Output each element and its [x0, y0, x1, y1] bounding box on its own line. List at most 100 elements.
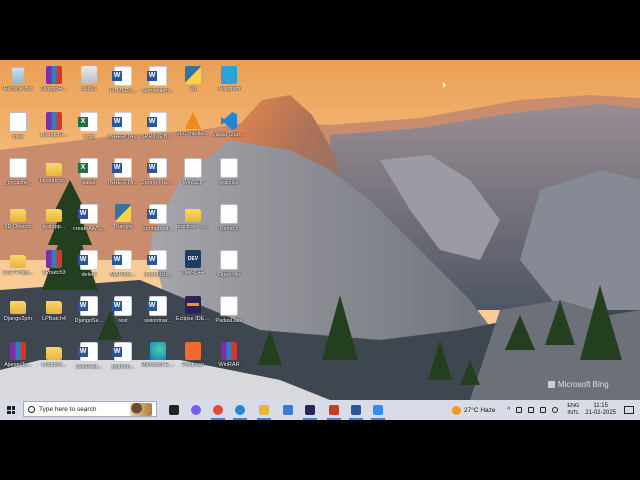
py-icon	[115, 204, 131, 222]
desktop-icon[interactable]: rest	[106, 293, 140, 339]
search-placeholder: Type here to search	[39, 405, 97, 413]
taskbar-store-button[interactable]	[278, 400, 298, 420]
taskbar-file-explorer-button[interactable]	[254, 400, 274, 420]
rar-icon	[46, 66, 62, 84]
desktop-icon[interactable]: swiontrav...	[141, 293, 175, 339]
chevron-up-icon[interactable]: ^	[507, 407, 510, 414]
volume-icon[interactable]	[552, 407, 559, 413]
desktop-icon[interactable]: Spring Framework	[141, 155, 175, 201]
desktop-icon[interactable]: Recycle Bin	[1, 63, 35, 109]
desktop-icon[interactable]: pythonl...	[106, 339, 140, 385]
edge-icon	[235, 405, 245, 415]
start-button[interactable]	[0, 400, 22, 420]
file-icon	[9, 112, 27, 132]
desktop-icon[interactable]: introducti...	[141, 247, 175, 293]
desktop-icon[interactable]: dairy1	[72, 63, 106, 109]
desktop-icon-label: Recycle Bin	[3, 86, 33, 92]
taskbar-zoom-button[interactable]	[368, 400, 388, 420]
weather-temp: 27°C	[464, 406, 479, 414]
desktop-icon[interactable]: 3D Objects	[1, 201, 35, 247]
desktop-icon[interactable]: INHERITA...	[106, 155, 140, 201]
py-icon	[185, 66, 201, 84]
desktop-icon[interactable]: idea	[1, 109, 35, 155]
search-icon	[28, 405, 35, 413]
desktop-icon-label: Demo.c	[219, 226, 239, 232]
taskbar-task-view-button[interactable]	[164, 400, 184, 420]
word-icon	[147, 250, 167, 270]
taskbar-powerpoint-button[interactable]	[324, 400, 344, 420]
clock-date: 21-02-2025	[585, 410, 616, 416]
keyboard-layout: INTL	[567, 410, 580, 416]
desktop-icon-label: WinRAR	[218, 362, 240, 368]
folder-icon	[46, 347, 62, 360]
desktop-icon[interactable]: Lecture pr...	[37, 155, 71, 201]
desktop-icon-label: Visual Studio Code	[212, 132, 246, 138]
desktop-icon[interactable]: PadasDate	[212, 293, 246, 339]
desktop-icon[interactable]: Postman	[176, 339, 210, 385]
desktop-icon-label: WinSCP	[182, 180, 204, 186]
desktop-icon[interactable]: Ajango3p...	[1, 339, 35, 385]
desktop-icon[interactable]: springboot...	[141, 201, 175, 247]
desktop-icon[interactable]: DjangoR...	[37, 63, 71, 109]
notification-icon[interactable]	[624, 406, 634, 414]
desktop-icon[interactable]: MAPinte...	[106, 247, 140, 293]
desktop-icon[interactable]: practice - Shortcut	[176, 201, 210, 247]
desktop-icon[interactable]: Demo.c	[212, 201, 246, 247]
desktop-icon-label: swiontrav...	[144, 318, 172, 324]
dev-icon: DEV	[185, 250, 201, 268]
desktop-icon[interactable]: CCP Pract...	[1, 247, 35, 293]
desktop-icon[interactable]: sales	[72, 155, 106, 201]
desktop-icon-label: practice	[219, 180, 239, 186]
desktop-icon[interactable]: Triangle	[106, 201, 140, 247]
desktop-icon[interactable]: _pycache_	[1, 155, 35, 201]
desktop-icon-label: Telegram	[217, 86, 241, 92]
desktop-icon[interactable]: VLC media player	[176, 109, 210, 155]
weather-widget[interactable]: 27°C Haze	[452, 400, 508, 420]
desktop-icon[interactable]: WinRAR	[212, 339, 246, 385]
desktop-icon[interactable]: WinSCP	[176, 155, 210, 201]
desktop-icon[interactable]: testapp...	[37, 201, 71, 247]
desktop-icon[interactable]: DjangoSe...	[72, 293, 106, 339]
desktop-icon[interactable]: Open-file	[212, 247, 246, 293]
desktop-icon[interactable]: SPRING BOOT CO...	[141, 109, 175, 155]
desktop-icon[interactable]: Eclipse IDE for Enterpri...	[176, 293, 210, 339]
eclipse-icon	[305, 405, 315, 415]
desktop-icon-label: LPbatch3	[42, 270, 66, 276]
desktop-icon-label: DjangoBl...	[40, 132, 68, 138]
desktop-icon[interactable]: Telegram	[212, 63, 246, 109]
desktop-icon[interactable]: DocRest...	[72, 339, 106, 385]
desktop-icon[interactable]: Microsoft Edge	[141, 339, 175, 385]
taskbar-clock[interactable]: 11:15 21-02-2025	[585, 403, 616, 417]
desktop-icon[interactable]: DEV Dev-C++	[176, 247, 210, 293]
language-indicator[interactable]: ENG INTL	[567, 403, 579, 417]
desktop-icon[interactable]: DjangoBl...	[37, 109, 71, 155]
desktop-icon[interactable]: practice	[212, 155, 246, 201]
running-indicator	[371, 418, 385, 420]
desktop-icon[interactable]: Lecturer...	[37, 339, 71, 385]
desktop-icon-label: CCP Pract...	[2, 270, 34, 276]
taskbar-search-box[interactable]: Type here to search	[23, 401, 157, 417]
desktop-icon[interactable]: Semestern...	[141, 63, 175, 109]
taskbar-edge-button[interactable]	[230, 400, 250, 420]
desktop-icon[interactable]: emp	[72, 109, 106, 155]
wifi-icon[interactable]	[540, 407, 547, 413]
desktop-icon-label: DocRest...	[76, 364, 102, 370]
desktop-icon[interactable]: eg	[176, 63, 210, 109]
desktop-icon-label: Dev-C++	[181, 270, 204, 276]
taskbar-word-button[interactable]	[346, 400, 366, 420]
desktop-icon[interactable]: createAWS...	[72, 201, 106, 247]
desktop-icon[interactable]: Visual Studio Code	[212, 109, 246, 155]
taskbar-eclipse-button[interactable]	[300, 400, 320, 420]
battery-icon[interactable]	[528, 407, 535, 413]
desktop-icon[interactable]: HTMLCo...	[106, 63, 140, 109]
taskbar-chrome-button[interactable]	[208, 400, 228, 420]
tg-icon	[221, 66, 237, 84]
desktop-icon[interactable]: delete	[72, 247, 106, 293]
taskbar-copilot-button[interactable]	[186, 400, 206, 420]
network-icon[interactable]	[516, 407, 523, 413]
desktop-icon[interactable]: LPBatch4	[37, 293, 71, 339]
desktop-icon-label: Ajango3p...	[4, 362, 32, 368]
desktop-icon[interactable]: INHERITA...	[106, 109, 140, 155]
desktop-icon[interactable]: LPbatch3	[37, 247, 71, 293]
desktop-icon[interactable]: Django2pm	[1, 293, 35, 339]
